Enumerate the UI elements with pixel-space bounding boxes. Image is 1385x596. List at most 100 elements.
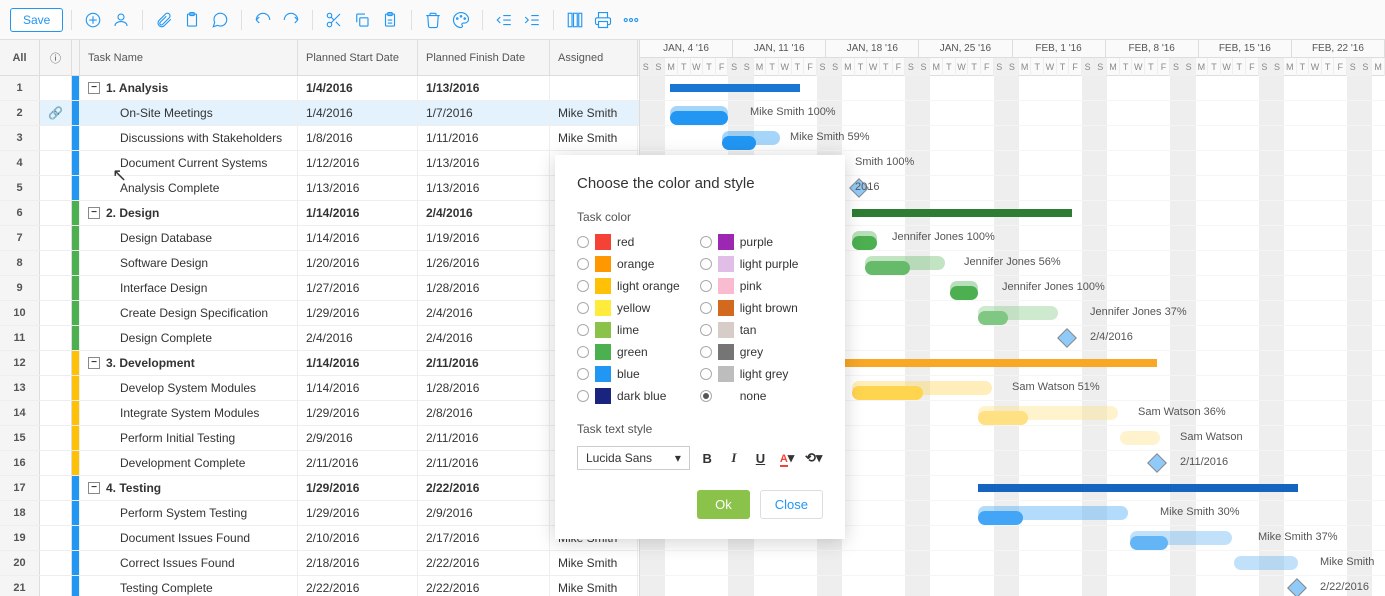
task-row[interactable]: 15 Perform Initial Testing 2/9/2016 2/11… <box>0 426 639 451</box>
planned-finish-cell[interactable]: 2/17/2016 <box>418 526 550 550</box>
task-row[interactable]: 5 Analysis Complete 1/13/2016 1/13/2016 <box>0 176 639 201</box>
planned-start-cell[interactable]: 1/13/2016 <box>298 176 418 200</box>
task-name-cell[interactable]: Design Database <box>80 226 298 250</box>
task-row[interactable]: 20 Correct Issues Found 2/18/2016 2/22/2… <box>0 551 639 576</box>
planned-start-cell[interactable]: 1/4/2016 <box>298 76 418 100</box>
clipboard-icon[interactable] <box>179 7 205 33</box>
task-row[interactable]: 1 −1. Analysis 1/4/2016 1/13/2016 <box>0 76 639 101</box>
add-icon[interactable] <box>80 7 106 33</box>
planned-finish-cell[interactable]: 2/4/2016 <box>418 201 550 225</box>
task-bar[interactable] <box>1130 531 1232 545</box>
outdent-icon[interactable] <box>491 7 517 33</box>
more-icon[interactable] <box>618 7 644 33</box>
expand-icon[interactable]: − <box>88 82 100 94</box>
close-button[interactable]: Close <box>760 490 823 519</box>
expand-icon[interactable]: − <box>88 357 100 369</box>
planned-start-cell[interactable]: 1/14/2016 <box>298 201 418 225</box>
milestone-marker[interactable] <box>1057 328 1077 348</box>
planned-finish-cell[interactable]: 1/28/2016 <box>418 376 550 400</box>
columns-icon[interactable] <box>562 7 588 33</box>
assigned-cell[interactable]: Mike Smith <box>550 576 638 596</box>
header-planned-start[interactable]: Planned Start Date <box>298 40 418 75</box>
task-bar[interactable] <box>978 306 1058 320</box>
task-name-cell[interactable]: On-Site Meetings <box>80 101 298 125</box>
task-row[interactable]: 14 Integrate System Modules 1/29/2016 2/… <box>0 401 639 426</box>
planned-finish-cell[interactable]: 2/22/2016 <box>418 476 550 500</box>
color-option-dark-blue[interactable]: dark blue <box>577 388 680 404</box>
summary-bar[interactable] <box>670 84 800 92</box>
assigned-cell[interactable]: Mike Smith <box>550 126 638 150</box>
color-option-light-grey[interactable]: light grey <box>700 366 799 382</box>
planned-start-cell[interactable]: 1/8/2016 <box>298 126 418 150</box>
task-bar[interactable] <box>670 106 728 120</box>
header-planned-finish[interactable]: Planned Finish Date <box>418 40 550 75</box>
summary-bar[interactable] <box>852 209 1072 217</box>
undo-icon[interactable] <box>250 7 276 33</box>
planned-finish-cell[interactable]: 1/28/2016 <box>418 276 550 300</box>
task-row[interactable]: 13 Develop System Modules 1/14/2016 1/28… <box>0 376 639 401</box>
planned-start-cell[interactable]: 1/14/2016 <box>298 226 418 250</box>
planned-start-cell[interactable]: 2/18/2016 <box>298 551 418 575</box>
color-option-light-purple[interactable]: light purple <box>700 256 799 272</box>
comment-icon[interactable] <box>207 7 233 33</box>
expand-icon[interactable]: − <box>88 207 100 219</box>
redo-icon[interactable] <box>278 7 304 33</box>
task-bar[interactable] <box>1234 556 1298 570</box>
color-option-light-orange[interactable]: light orange <box>577 278 680 294</box>
color-option-lime[interactable]: lime <box>577 322 680 338</box>
task-name-cell[interactable]: Discussions with Stakeholders <box>80 126 298 150</box>
header-task-name[interactable]: Task Name <box>80 40 298 75</box>
paste-icon[interactable] <box>377 7 403 33</box>
task-bar[interactable] <box>852 381 992 395</box>
task-name-cell[interactable]: −3. Development <box>80 351 298 375</box>
task-row[interactable]: 11 Design Complete 2/4/2016 2/4/2016 <box>0 326 639 351</box>
planned-finish-cell[interactable]: 2/4/2016 <box>418 326 550 350</box>
italic-button[interactable]: I <box>725 450 744 466</box>
planned-start-cell[interactable]: 2/22/2016 <box>298 576 418 596</box>
copy-icon[interactable] <box>349 7 375 33</box>
task-name-cell[interactable]: Testing Complete <box>80 576 298 596</box>
planned-finish-cell[interactable]: 2/22/2016 <box>418 551 550 575</box>
planned-start-cell[interactable]: 2/9/2016 <box>298 426 418 450</box>
task-name-cell[interactable]: Correct Issues Found <box>80 551 298 575</box>
task-row[interactable]: 18 Perform System Testing 1/29/2016 2/9/… <box>0 501 639 526</box>
task-name-cell[interactable]: Perform Initial Testing <box>80 426 298 450</box>
task-row[interactable]: 10 Create Design Specification 1/29/2016… <box>0 301 639 326</box>
task-row[interactable]: 3 Discussions with Stakeholders 1/8/2016… <box>0 126 639 151</box>
task-name-cell[interactable]: Integrate System Modules <box>80 401 298 425</box>
planned-start-cell[interactable]: 1/29/2016 <box>298 401 418 425</box>
planned-finish-cell[interactable]: 2/4/2016 <box>418 301 550 325</box>
expand-icon[interactable]: − <box>88 482 100 494</box>
planned-finish-cell[interactable]: 1/19/2016 <box>418 226 550 250</box>
color-option-purple[interactable]: purple <box>700 234 799 250</box>
task-name-cell[interactable]: Create Design Specification <box>80 301 298 325</box>
summary-bar[interactable] <box>978 484 1298 492</box>
task-row[interactable]: 16 Development Complete 2/11/2016 2/11/2… <box>0 451 639 476</box>
task-bar[interactable] <box>722 131 780 145</box>
task-row[interactable]: 8 Software Design 1/20/2016 1/26/2016 <box>0 251 639 276</box>
task-row[interactable]: 21 Testing Complete 2/22/2016 2/22/2016 … <box>0 576 639 596</box>
header-info-icon[interactable]: ⓘ <box>40 40 72 75</box>
color-option-yellow[interactable]: yellow <box>577 300 680 316</box>
color-option-green[interactable]: green <box>577 344 680 360</box>
task-row[interactable]: 7 Design Database 1/14/2016 1/19/2016 <box>0 226 639 251</box>
summary-bar[interactable] <box>832 359 1157 367</box>
planned-finish-cell[interactable]: 1/11/2016 <box>418 126 550 150</box>
planned-start-cell[interactable]: 1/4/2016 <box>298 101 418 125</box>
planned-start-cell[interactable]: 1/12/2016 <box>298 151 418 175</box>
color-option-light-brown[interactable]: light brown <box>700 300 799 316</box>
task-name-cell[interactable]: Software Design <box>80 251 298 275</box>
task-row[interactable]: 9 Interface Design 1/27/2016 1/28/2016 <box>0 276 639 301</box>
milestone-marker[interactable] <box>1287 578 1307 596</box>
header-all[interactable]: All <box>0 40 40 75</box>
color-option-red[interactable]: red <box>577 234 680 250</box>
task-bar[interactable] <box>852 231 877 245</box>
color-option-pink[interactable]: pink <box>700 278 799 294</box>
task-name-cell[interactable]: −1. Analysis <box>80 76 298 100</box>
color-option-none[interactable]: none <box>700 388 799 404</box>
font-select[interactable]: Lucida Sans▾ <box>577 446 690 470</box>
assigned-cell[interactable] <box>550 76 638 100</box>
task-name-cell[interactable]: Development Complete <box>80 451 298 475</box>
task-bar[interactable] <box>978 506 1128 520</box>
planned-start-cell[interactable]: 1/14/2016 <box>298 376 418 400</box>
